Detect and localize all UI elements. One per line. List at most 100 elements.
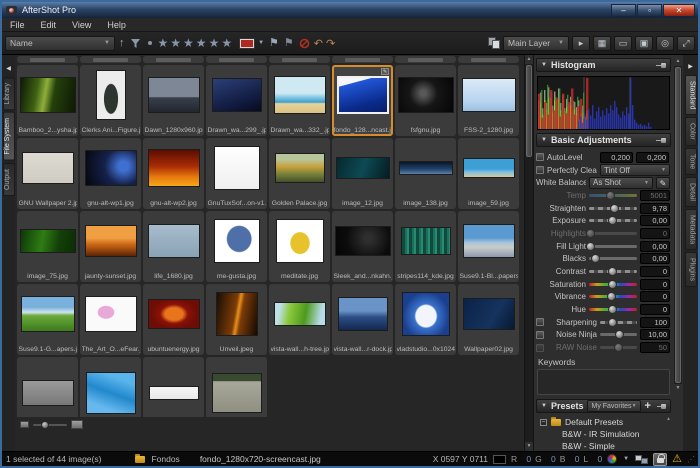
- contrast-value-field[interactable]: 0: [640, 266, 670, 277]
- collapse-left-panel-icon[interactable]: ◀: [6, 65, 11, 72]
- image-thumbnail[interactable]: Golden Palace.jpg: [269, 138, 330, 209]
- image-thumbnail[interactable]: stripes114_kde.jpg: [395, 211, 456, 282]
- thumbnail-size-knob[interactable]: [41, 421, 49, 429]
- image-thumbnail[interactable]: Suse9.1-Bl...papers.jpg: [458, 211, 519, 282]
- slider-knob[interactable]: [586, 229, 595, 238]
- image-thumbnail[interactable]: vista-wall...h-tree.jpg: [269, 284, 330, 355]
- slider-knob[interactable]: [608, 280, 617, 289]
- panel-scrollbar[interactable]: ▲ ▼: [674, 57, 682, 393]
- perfectly-clear-checkbox[interactable]: [536, 166, 544, 174]
- image-thumbnail[interactable]: Suse9.1-G...apers.jpg: [17, 284, 78, 355]
- color-label-chevron-icon[interactable]: ▼: [257, 36, 265, 51]
- contrast-slider[interactable]: [589, 270, 637, 273]
- star-rating-icon[interactable]: ★: [196, 36, 207, 50]
- sharpening-checkbox[interactable]: [536, 318, 544, 326]
- panel-scrollbar-thumb[interactable]: [675, 67, 681, 383]
- image-thumbnail[interactable]: [458, 56, 519, 63]
- preset-item[interactable]: Bleach Bypass: [540, 452, 671, 454]
- maximize-button[interactable]: ▫: [637, 4, 662, 17]
- vibrance-value-field[interactable]: 0: [640, 291, 670, 302]
- star-rating-icon[interactable]: ★: [158, 36, 169, 50]
- image-thumbnail[interactable]: [269, 56, 330, 63]
- image-thumbnail[interactable]: vista-wall...r-dock.jpg: [332, 284, 393, 355]
- flag-unflag-icon[interactable]: ⚑: [283, 36, 295, 51]
- star-rating-icon[interactable]: ★: [183, 36, 194, 50]
- lock-button[interactable]: [653, 453, 667, 466]
- noise-ninja-slider[interactable]: [600, 333, 637, 336]
- autolevel-value-field[interactable]: 0,200: [636, 152, 669, 163]
- presets-favorites-select[interactable]: My Favorites ▼: [587, 400, 640, 412]
- highlights-slider[interactable]: [589, 232, 637, 235]
- image-thumbnail[interactable]: Drawn_wa...299_.jpg: [206, 65, 267, 136]
- slider-knob[interactable]: [608, 305, 617, 314]
- color-label-swatch[interactable]: [240, 39, 254, 48]
- flag-pick-icon[interactable]: ⚑: [268, 36, 280, 51]
- slider-knob[interactable]: [610, 204, 619, 213]
- collapse-section-icon[interactable]: ▼: [541, 62, 547, 68]
- thumbnail-view-icon[interactable]: ▦: [593, 36, 611, 51]
- image-thumbnail[interactable]: Drawn_wa...332_.jpg: [269, 65, 330, 136]
- image-thumbnail[interactable]: GNU Wallpaper 2.jpg: [17, 138, 78, 209]
- image-thumbnail[interactable]: fsfgnu.jpg: [395, 65, 456, 136]
- slider-knob[interactable]: [606, 191, 615, 200]
- tab-metadata[interactable]: Metadata: [685, 209, 697, 250]
- tab-file-system[interactable]: File System: [3, 112, 15, 161]
- star-rating-icon[interactable]: ★: [209, 36, 220, 50]
- exposure-slider[interactable]: [589, 219, 637, 222]
- warning-icon[interactable]: ⚠: [672, 454, 682, 465]
- presets-scroll-up-icon[interactable]: ▲: [666, 416, 671, 422]
- grid-scrollbar[interactable]: ▲ ▼: [524, 55, 533, 451]
- image-thumbnail[interactable]: [395, 56, 456, 63]
- rotate-left-icon[interactable]: ↶: [314, 37, 323, 50]
- temp-slider[interactable]: [589, 194, 637, 197]
- sort-ascending-icon[interactable]: ↑: [118, 36, 126, 51]
- scroll-up-icon[interactable]: ▲: [674, 57, 682, 66]
- image-thumbnail[interactable]: image_138.jpg: [395, 138, 456, 209]
- slider-knob[interactable]: [607, 292, 616, 301]
- vibrance-slider[interactable]: [589, 295, 637, 298]
- image-thumbnail[interactable]: [17, 357, 78, 417]
- image-thumbnail[interactable]: [143, 357, 204, 417]
- scroll-down-icon[interactable]: ▼: [525, 442, 533, 451]
- image-thumbnail[interactable]: meditate.jpg: [269, 211, 330, 282]
- straighten-value-field[interactable]: 9,78: [640, 203, 670, 214]
- pin-icon[interactable]: [657, 403, 666, 410]
- menu-edit[interactable]: Edit: [33, 20, 65, 30]
- image-thumbnail[interactable]: image_75.jpg: [17, 211, 78, 282]
- blacks-value-field[interactable]: 0,00: [640, 253, 670, 264]
- image-thumbnail[interactable]: [206, 56, 267, 63]
- hue-value-field[interactable]: 0: [640, 304, 670, 315]
- large-thumbnail-icon[interactable]: [71, 420, 83, 429]
- saturation-value-field[interactable]: 0: [640, 279, 670, 290]
- raw-noise-slider[interactable]: [600, 346, 637, 349]
- image-thumbnail[interactable]: Wallpaper02.jpg: [458, 284, 519, 355]
- collapse-tree-icon[interactable]: –: [540, 419, 547, 426]
- menu-view[interactable]: View: [64, 20, 99, 30]
- slider-knob[interactable]: [614, 343, 623, 352]
- autolevel-value-field[interactable]: 0,200: [600, 152, 633, 163]
- white-balance-dropper-button[interactable]: ✎: [656, 177, 670, 189]
- single-image-view-icon[interactable]: ▭: [614, 36, 632, 51]
- slider-knob[interactable]: [608, 267, 617, 276]
- image-thumbnail[interactable]: vladstudio...0x1024.jpg: [395, 284, 456, 355]
- rotate-right-icon[interactable]: ↷: [326, 37, 335, 50]
- autolevel-checkbox[interactable]: [536, 153, 544, 161]
- sharpening-slider[interactable]: [600, 321, 637, 324]
- preset-item[interactable]: B&W - Simple: [540, 440, 671, 452]
- noise-ninja-checkbox[interactable]: [536, 331, 544, 339]
- minimize-button[interactable]: –: [611, 4, 636, 17]
- image-thumbnail[interactable]: Unveil.jpeg: [206, 284, 267, 355]
- exposure-value-field[interactable]: 0,00: [640, 215, 670, 226]
- dual-image-icon[interactable]: [635, 455, 648, 464]
- preset-folder-row[interactable]: –Default Presets: [540, 416, 671, 428]
- filter-funnel-icon[interactable]: [129, 38, 142, 49]
- tab-tone[interactable]: Tone: [685, 148, 697, 175]
- pin-icon[interactable]: [656, 137, 666, 144]
- white-balance-select[interactable]: As Shot▼: [589, 177, 653, 189]
- noise-ninja-value-field[interactable]: 10,00: [640, 329, 670, 340]
- image-thumbnail[interactable]: [206, 357, 267, 417]
- image-thumbnail[interactable]: jaunty-sunset.jpg: [80, 211, 141, 282]
- image-thumbnail[interactable]: Bamboo_2...ysha.jpg: [17, 65, 78, 136]
- image-thumbnail[interactable]: ubuntuenergy.jpg: [143, 284, 204, 355]
- hue-slider[interactable]: [589, 308, 637, 311]
